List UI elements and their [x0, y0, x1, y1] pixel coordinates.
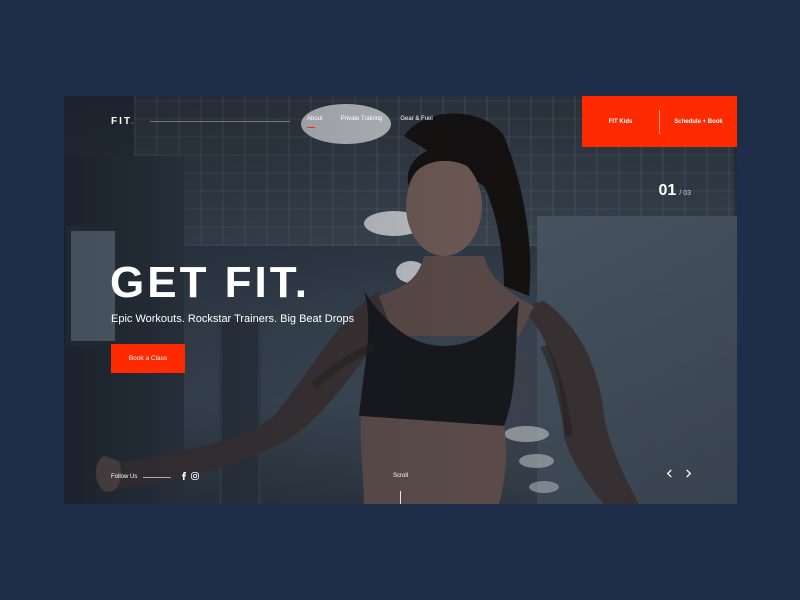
book-class-button[interactable]: Book a Class [111, 344, 185, 373]
cta-bar: FIT Kids Schedule + Book [582, 96, 737, 147]
slide-counter: 01/ 03 [659, 182, 691, 200]
nav-item-private-training[interactable]: Private Training [341, 116, 383, 122]
logo-divider-line [150, 121, 290, 122]
facebook-icon[interactable] [181, 472, 187, 482]
slider-arrows [666, 469, 692, 481]
logo[interactable]: FIT. [111, 116, 136, 127]
hero-headline: GET FIT. [110, 258, 310, 307]
schedule-book-link[interactable]: Schedule + Book [660, 119, 737, 125]
scroll-label: Scroll [393, 473, 409, 479]
nav-item-gear-fuel[interactable]: Gear & Fuel [400, 116, 432, 122]
follow-divider [143, 476, 172, 478]
follow-label: Follow Us [111, 474, 138, 480]
hero-subline: Epic Workouts. Rockstar Trainers. Big Be… [111, 313, 355, 325]
slide-total: / 03 [679, 190, 691, 197]
logo-text: FIT [111, 116, 131, 127]
instagram-icon[interactable] [191, 472, 200, 482]
slide-current: 01 [658, 182, 677, 199]
logo-dot: . [130, 116, 136, 127]
chevron-left-icon[interactable] [666, 469, 673, 481]
scroll-indicator-line [400, 491, 401, 504]
chevron-right-icon[interactable] [685, 469, 692, 481]
follow-us: Follow Us [111, 472, 200, 482]
nav-item-about[interactable]: About [307, 116, 323, 128]
fit-kids-link[interactable]: FIT Kids [582, 119, 659, 125]
hero-frame: FIT. About Private Training Gear & Fuel … [64, 96, 737, 504]
main-nav: About Private Training Gear & Fuel [307, 116, 433, 128]
